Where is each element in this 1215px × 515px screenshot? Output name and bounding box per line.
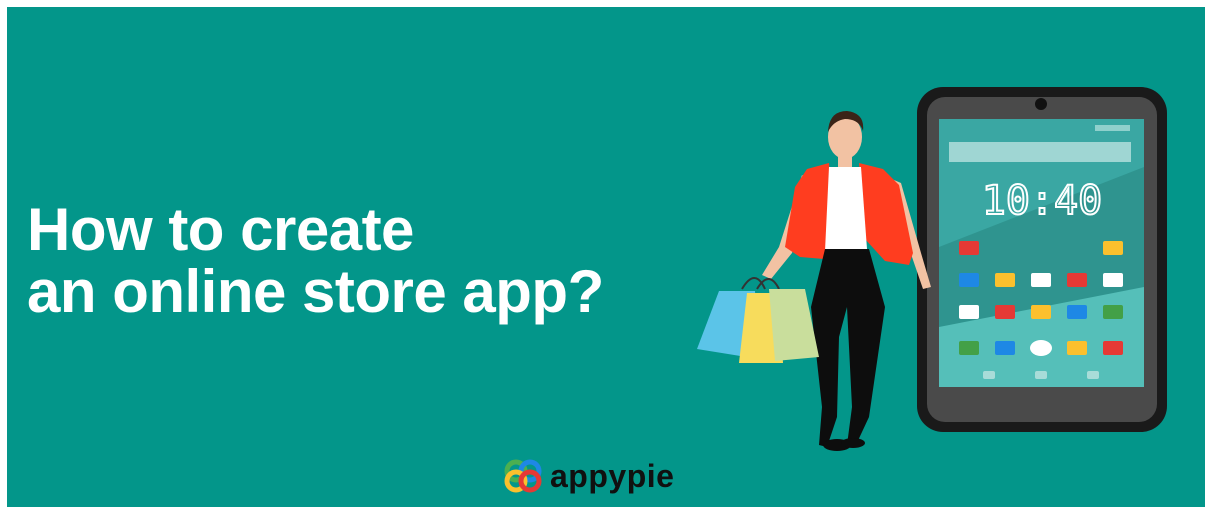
appypie-logo: appypie (504, 457, 674, 495)
shopping-bags (697, 277, 819, 363)
shopper-figure (762, 111, 931, 451)
shopping-illustration: 10:40 (697, 87, 1167, 451)
phone-clock: 10:40 (982, 178, 1102, 224)
appypie-logo-icon (504, 459, 542, 493)
brand-name: appypie (550, 457, 675, 494)
hero-banner: How to create an online store app? 10:40 (7, 7, 1205, 507)
smartphone-illustration: 10:40 (917, 87, 1167, 432)
